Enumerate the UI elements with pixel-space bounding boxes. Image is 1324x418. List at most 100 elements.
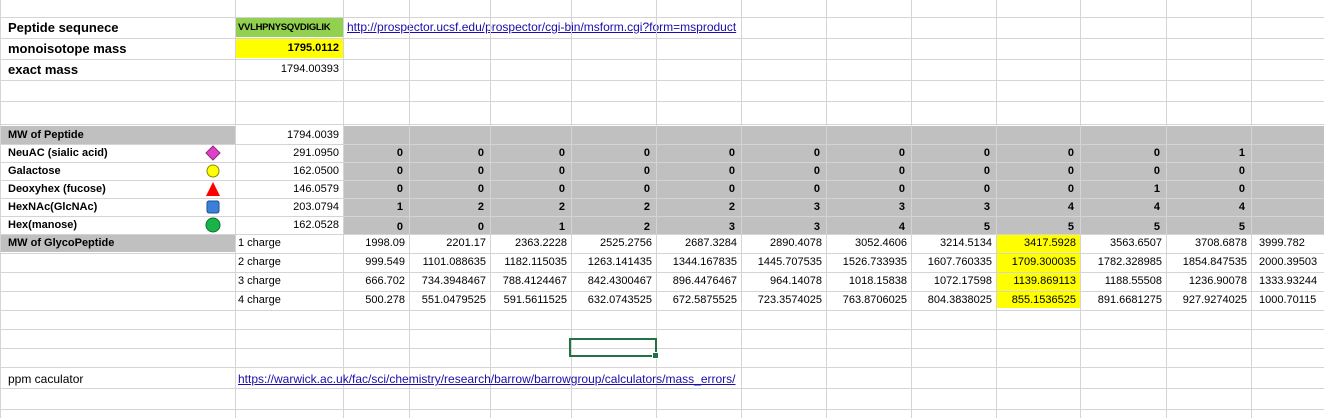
glycopeptide-mass-cell[interactable]: 2201.17 xyxy=(409,234,486,253)
sugar-count-cell[interactable]: 0 xyxy=(409,180,484,199)
glycopeptide-mass-cell[interactable]: 3214.5134 xyxy=(911,234,992,253)
sugar-count-cell[interactable]: 0 xyxy=(1080,144,1160,163)
sugar-count-cell[interactable]: 0 xyxy=(409,144,484,163)
sugar-count-cell[interactable]: 0 xyxy=(1166,162,1245,181)
sugar-count-cell[interactable]: 4 xyxy=(1080,198,1160,217)
glycopeptide-mass-cell[interactable]: 896.4476467 xyxy=(656,272,737,291)
glycopeptide-mass-cell[interactable]: 3563.6507 xyxy=(1080,234,1162,253)
sugar-mass[interactable]: 162.0528 xyxy=(236,216,339,235)
sugar-count-cell[interactable]: 0 xyxy=(571,144,650,163)
charge-label[interactable]: 3 charge xyxy=(238,272,281,291)
glycopeptide-mass-cell[interactable]: 551.0479525 xyxy=(409,291,486,310)
sugar-label[interactable]: Hex(manose) xyxy=(8,216,77,235)
glycopeptide-mass-cell[interactable]: 1709.300035 xyxy=(996,253,1076,272)
peptide-sequence-value[interactable]: VVLHPNYSQVDIGLIK xyxy=(238,18,331,37)
sugar-count-cell[interactable]: 0 xyxy=(490,144,565,163)
charge-label[interactable]: 2 charge xyxy=(238,253,281,272)
sugar-label[interactable]: Galactose xyxy=(8,162,61,181)
sugar-count-cell[interactable]: 0 xyxy=(343,162,403,181)
glycopeptide-mass-cell[interactable]: 1018.15838 xyxy=(826,272,907,291)
glycopeptide-mass-cell[interactable]: 2363.2228 xyxy=(490,234,567,253)
glycopeptide-mass-cell[interactable]: 591.5611525 xyxy=(490,291,567,310)
glycopeptide-mass-cell[interactable]: 788.4124467 xyxy=(490,272,567,291)
glycopeptide-mass-cell[interactable]: 3417.5928 xyxy=(996,234,1076,253)
sugar-count-cell[interactable]: 0 xyxy=(656,180,735,199)
glycopeptide-mass-cell[interactable]: 1445.707535 xyxy=(741,253,822,272)
glycopeptide-mass-cell[interactable]: 2000.39503 xyxy=(1251,253,1324,272)
sugar-count-cell[interactable]: 1 xyxy=(1166,144,1245,163)
sugar-count-cell[interactable]: 0 xyxy=(911,180,990,199)
sugar-count-cell[interactable]: 0 xyxy=(571,162,650,181)
sugar-count-cell[interactable]: 3 xyxy=(741,198,820,217)
active-cell-selection[interactable] xyxy=(569,338,659,359)
peptide-sequence-label[interactable]: Peptide sequnece xyxy=(8,18,119,37)
glycopeptide-mass-cell[interactable]: 2525.2756 xyxy=(571,234,652,253)
ppm-calculator-link[interactable]: https://warwick.ac.uk/fac/sci/chemistry/… xyxy=(238,370,736,389)
glycopeptide-mass-cell[interactable]: 1182.115035 xyxy=(490,253,567,272)
sugar-label[interactable]: Deoxyhex (fucose) xyxy=(8,180,106,199)
ppm-calculator-label[interactable]: ppm caculator xyxy=(8,370,83,389)
sugar-count-cell[interactable]: 0 xyxy=(741,162,820,181)
glycopeptide-mass-cell[interactable]: 1101.088635 xyxy=(409,253,486,272)
glycopeptide-mass-cell[interactable]: 1072.17598 xyxy=(911,272,992,291)
sugar-count-cell[interactable]: 0 xyxy=(911,144,990,163)
glycopeptide-mass-cell[interactable]: 842.4300467 xyxy=(571,272,652,291)
glycopeptide-mass-cell[interactable]: 964.14078 xyxy=(741,272,822,291)
sugar-count-cell[interactable]: 0 xyxy=(996,162,1074,181)
exact-mass-value[interactable]: 1794.00393 xyxy=(236,60,339,79)
mw-peptide-label[interactable]: MW of Peptide xyxy=(8,126,84,145)
glycopeptide-mass-cell[interactable]: 1526.733935 xyxy=(826,253,907,272)
glycopeptide-mass-cell[interactable]: 723.3574025 xyxy=(741,291,822,310)
sugar-count-cell[interactable]: 0 xyxy=(826,144,905,163)
sugar-count-cell[interactable]: 0 xyxy=(1080,162,1160,181)
glycopeptide-mass-cell[interactable]: 632.0743525 xyxy=(571,291,652,310)
glycopeptide-mass-cell[interactable]: 1139.869113 xyxy=(996,272,1076,291)
glycopeptide-mass-cell[interactable]: 1782.328985 xyxy=(1080,253,1162,272)
exact-mass-label[interactable]: exact mass xyxy=(8,60,78,79)
glycopeptide-mass-cell[interactable]: 1998.09 xyxy=(343,234,405,253)
glycopeptide-mass-cell[interactable]: 2890.4078 xyxy=(741,234,822,253)
glycopeptide-mass-cell[interactable]: 804.3838025 xyxy=(911,291,992,310)
glycopeptide-mass-cell[interactable]: 1263.141435 xyxy=(571,253,652,272)
glycopeptide-mass-cell[interactable]: 3999.782 xyxy=(1251,234,1324,253)
sugar-count-cell[interactable]: 0 xyxy=(490,180,565,199)
glycopeptide-mass-cell[interactable]: 1333.93244 xyxy=(1251,272,1324,291)
glycopeptide-mass-cell[interactable]: 1236.90078 xyxy=(1166,272,1247,291)
sugar-count-cell[interactable]: 0 xyxy=(911,162,990,181)
sugar-count-cell[interactable]: 2 xyxy=(571,198,650,217)
glycopeptide-mass-cell[interactable]: 666.702 xyxy=(343,272,405,291)
glycopeptide-mass-cell[interactable]: 1000.70115 xyxy=(1251,291,1324,310)
sugar-count-cell[interactable]: 0 xyxy=(826,180,905,199)
glycopeptide-mass-cell[interactable]: 1344.167835 xyxy=(656,253,737,272)
sugar-count-cell[interactable]: 0 xyxy=(343,180,403,199)
monoisotope-mass-label[interactable]: monoisotope mass xyxy=(8,39,126,58)
sugar-count-cell[interactable]: 2 xyxy=(490,198,565,217)
sugar-count-cell[interactable]: 3 xyxy=(826,198,905,217)
glycopeptide-mass-cell[interactable]: 3708.6878 xyxy=(1166,234,1247,253)
sugar-count-cell[interactable]: 4 xyxy=(1166,198,1245,217)
glycopeptide-mass-cell[interactable]: 672.5875525 xyxy=(656,291,737,310)
sugar-count-cell[interactable]: 0 xyxy=(741,144,820,163)
sugar-count-cell[interactable]: 0 xyxy=(656,144,735,163)
sugar-mass[interactable]: 203.0794 xyxy=(236,198,339,217)
sugar-count-cell[interactable]: 0 xyxy=(1166,180,1245,199)
glycopeptide-mass-cell[interactable]: 763.8706025 xyxy=(826,291,907,310)
monoisotope-mass-value[interactable]: 1795.0112 xyxy=(236,39,339,58)
sugar-mass[interactable]: 291.0950 xyxy=(236,144,339,163)
glycopeptide-mass-cell[interactable]: 734.3948467 xyxy=(409,272,486,291)
sugar-count-cell[interactable]: 0 xyxy=(343,144,403,163)
charge-label[interactable]: 1 charge xyxy=(238,234,281,253)
sugar-count-cell[interactable]: 4 xyxy=(996,198,1074,217)
sugar-count-cell[interactable]: 0 xyxy=(656,162,735,181)
sugar-count-cell[interactable]: 0 xyxy=(571,180,650,199)
glycopeptide-mass-cell[interactable]: 999.549 xyxy=(343,253,405,272)
sugar-count-cell[interactable]: 0 xyxy=(996,180,1074,199)
prospector-link[interactable]: http://prospector.ucsf.edu/prospector/cg… xyxy=(347,18,736,37)
sugar-label[interactable]: HexNAc(GlcNAc) xyxy=(8,198,97,217)
sugar-mass[interactable]: 146.0579 xyxy=(236,180,339,199)
sugar-label[interactable]: NeuAC (sialic acid) xyxy=(8,144,108,163)
sugar-count-cell[interactable]: 1 xyxy=(1080,180,1160,199)
glycopeptide-mass-cell[interactable]: 891.6681275 xyxy=(1080,291,1162,310)
glycopeptide-mass-cell[interactable]: 500.278 xyxy=(343,291,405,310)
sugar-count-cell[interactable]: 0 xyxy=(996,144,1074,163)
